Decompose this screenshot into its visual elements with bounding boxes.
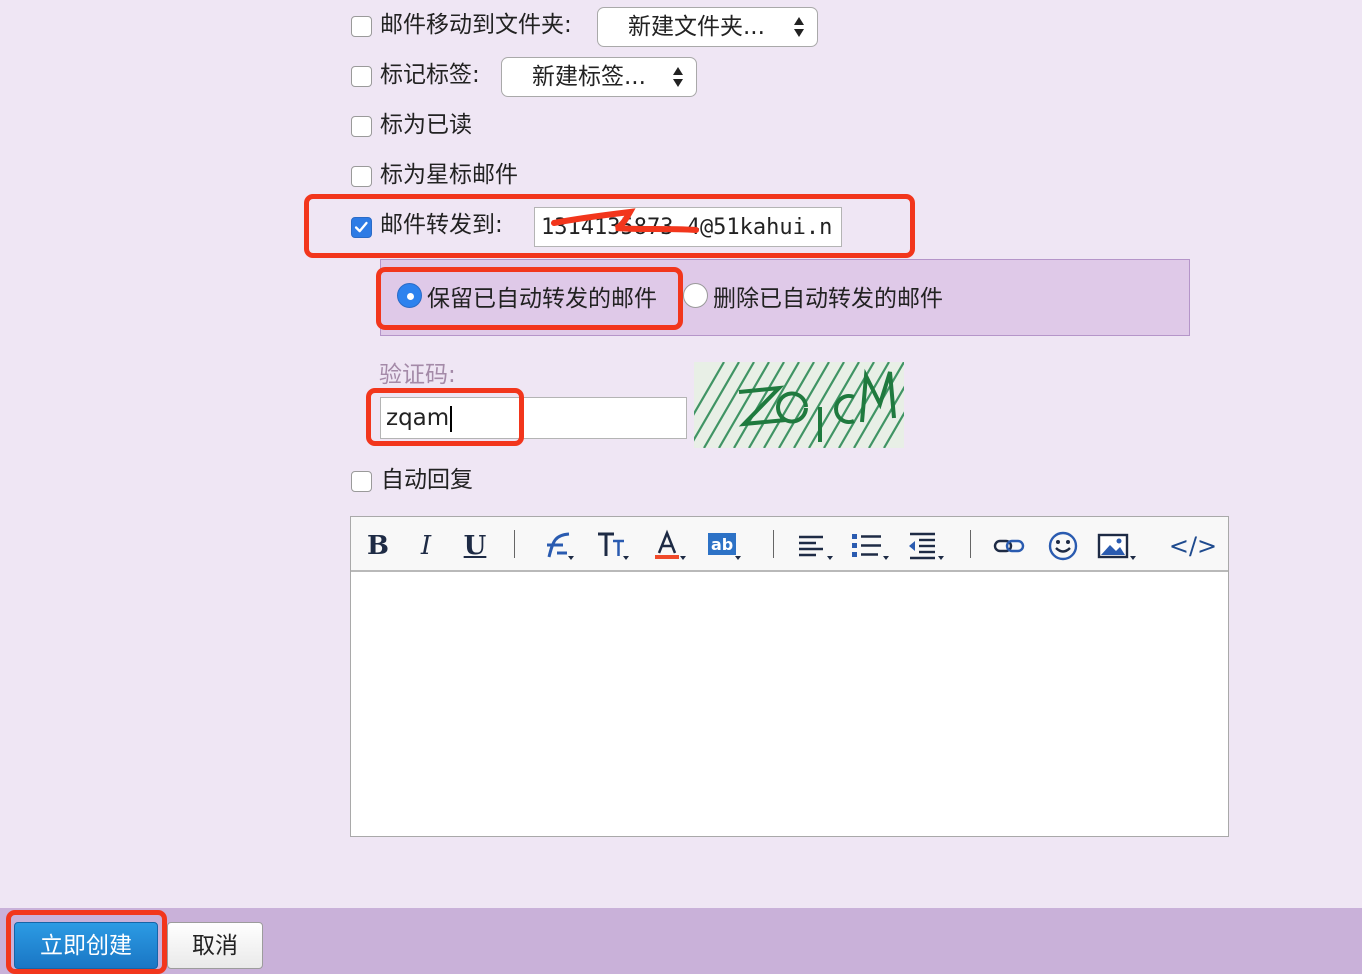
highlight-color-icon: ab — [708, 533, 741, 560]
cancel-button[interactable]: 取消 — [167, 922, 263, 969]
align-left-icon — [799, 535, 833, 560]
mark-star-label: 标为星标邮件 — [380, 162, 518, 188]
redaction-scribble — [551, 208, 699, 233]
move-to-folder-label: 邮件移动到文件夹: — [380, 12, 572, 38]
checkmark-icon — [354, 221, 368, 233]
captcha-highlight — [366, 388, 524, 446]
mark-star-checkbox[interactable] — [351, 166, 372, 187]
select-arrows-icon — [794, 17, 804, 37]
font-family-button[interactable] — [538, 527, 580, 565]
select-arrows-icon — [673, 67, 683, 87]
smiley-icon — [1048, 531, 1078, 561]
keep-forwarded-label: 保留已自动转发的邮件 — [427, 286, 657, 312]
folder-select[interactable]: 新建文件夹... — [597, 7, 818, 47]
auto-reply-label: 自动回复 — [381, 467, 473, 493]
forward-label: 邮件转发到: — [380, 212, 503, 238]
bullet-list-icon — [852, 534, 889, 560]
emoji-button[interactable] — [1044, 527, 1082, 565]
move-to-folder-checkbox[interactable] — [351, 16, 372, 37]
delete-forwarded-radio[interactable] — [683, 283, 708, 308]
toolbar-separator — [773, 530, 774, 558]
link-icon — [993, 539, 1025, 553]
background-color-button[interactable]: ab — [705, 527, 747, 565]
font-family-icon — [547, 532, 574, 560]
bold-button[interactable]: B — [364, 527, 392, 565]
folder-select-value: 新建文件夹... — [628, 14, 765, 40]
toolbar-separator — [970, 530, 971, 558]
forward-checkbox[interactable] — [351, 217, 372, 238]
font-size-icon — [598, 532, 629, 560]
mark-tag-label: 标记标签: — [380, 62, 480, 88]
underline-button[interactable]: U — [461, 527, 489, 565]
keep-forwarded-radio[interactable] — [397, 283, 422, 308]
font-color-icon — [655, 529, 686, 560]
image-icon — [1097, 533, 1136, 560]
align-button[interactable] — [795, 527, 837, 565]
mark-tag-checkbox[interactable] — [351, 66, 372, 87]
mark-read-checkbox[interactable] — [351, 116, 372, 137]
source-code-button[interactable]: </> — [1166, 527, 1220, 565]
svg-text:ab: ab — [711, 535, 733, 554]
indent-icon — [909, 532, 944, 560]
link-button[interactable] — [990, 527, 1030, 565]
editor-content-area[interactable] — [352, 572, 1227, 835]
list-button[interactable] — [849, 527, 893, 565]
create-button-highlight — [6, 910, 167, 974]
tag-select[interactable]: 新建标签... — [501, 57, 697, 97]
delete-forwarded-label: 删除已自动转发的邮件 — [713, 286, 943, 312]
italic-button[interactable]: I — [412, 527, 440, 565]
tag-select-value: 新建标签... — [532, 64, 646, 90]
image-button[interactable] — [1096, 527, 1140, 565]
toolbar-separator — [514, 530, 515, 558]
font-color-button[interactable] — [650, 527, 692, 565]
auto-reply-checkbox[interactable] — [351, 471, 372, 492]
captcha-image[interactable] — [694, 362, 904, 448]
font-size-button[interactable] — [593, 527, 635, 565]
indent-button[interactable] — [906, 527, 948, 565]
captcha-label: 验证码: — [379, 362, 456, 388]
mark-read-label: 标为已读 — [380, 112, 472, 138]
